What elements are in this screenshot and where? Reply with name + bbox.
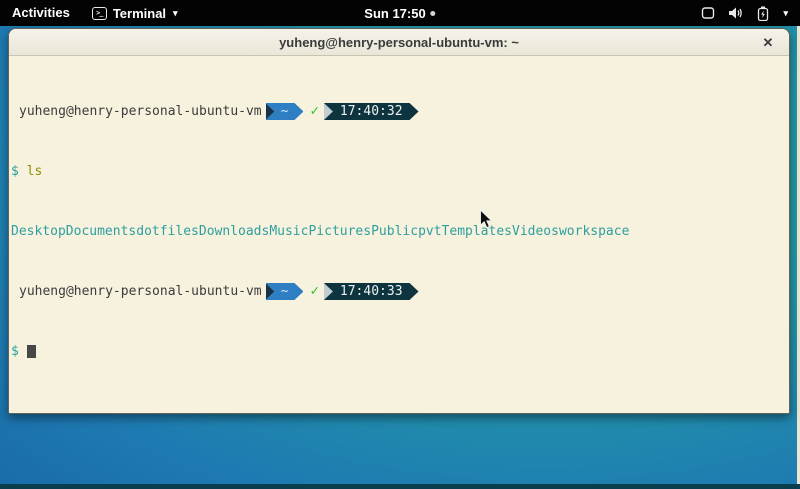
prompt-time-segment: 17:40:32 bbox=[324, 103, 419, 120]
dir-item: Music bbox=[269, 224, 308, 239]
prompt-line-2: yuheng@henry-personal-ubuntu-vm ~ ✓ 17:4… bbox=[11, 284, 789, 299]
window-title: yuheng@henry-personal-ubuntu-vm: ~ bbox=[279, 35, 519, 50]
screen-icon bbox=[701, 6, 715, 20]
dir-item: Videos bbox=[512, 224, 559, 239]
prompt-cwd: ~ bbox=[281, 104, 289, 119]
prompt-symbol: $ bbox=[11, 344, 19, 359]
volume-icon bbox=[728, 6, 744, 20]
activities-button[interactable]: Activities bbox=[0, 0, 84, 26]
dir-item: Downloads bbox=[199, 224, 269, 239]
clock-label: Sun 17:50 bbox=[364, 6, 425, 21]
terminal-app-icon: >_ bbox=[92, 7, 107, 20]
prompt-time: 17:40:32 bbox=[340, 104, 403, 119]
prompt-time: 17:40:33 bbox=[340, 284, 403, 299]
clock-button[interactable]: Sun 17:50 bbox=[364, 0, 435, 26]
desktop-bottom-strip bbox=[0, 484, 800, 489]
dir-item: workspace bbox=[559, 224, 629, 239]
dir-item: Pictures bbox=[308, 224, 371, 239]
dir-item: Desktop bbox=[11, 224, 66, 239]
app-menu-button[interactable]: >_ Terminal ▾ bbox=[84, 0, 186, 26]
command-text: ls bbox=[19, 164, 42, 179]
prompt-symbol: $ bbox=[11, 164, 19, 179]
prompt-user: yuheng@henry-personal-ubuntu-vm bbox=[19, 284, 262, 299]
dir-listing: Desktop Documents dotfiles Downloads Mus… bbox=[11, 224, 789, 239]
text-cursor bbox=[27, 345, 36, 358]
dir-item: pvt bbox=[418, 224, 441, 239]
notification-dot-icon bbox=[431, 11, 436, 16]
window-titlebar[interactable]: yuheng@henry-personal-ubuntu-vm: ~ ✕ bbox=[9, 29, 789, 56]
prompt-line-1: yuheng@henry-personal-ubuntu-vm ~ ✓ 17:4… bbox=[11, 104, 789, 119]
gnome-top-bar: Activities >_ Terminal ▾ Sun 17:50 ▾ bbox=[0, 0, 800, 26]
dir-item: dotfiles bbox=[136, 224, 199, 239]
chevron-down-icon: ▾ bbox=[173, 8, 178, 19]
system-status-area[interactable]: ▾ bbox=[701, 0, 794, 26]
status-check-icon: ✓ bbox=[310, 104, 318, 119]
dir-item: Documents bbox=[66, 224, 136, 239]
status-check-icon: ✓ bbox=[310, 284, 318, 299]
close-button[interactable]: ✕ bbox=[757, 29, 779, 56]
prompt-user: yuheng@henry-personal-ubuntu-vm bbox=[19, 104, 262, 119]
prompt-time-segment: 17:40:33 bbox=[324, 283, 419, 300]
dir-item: Templates bbox=[442, 224, 512, 239]
prompt-cwd: ~ bbox=[281, 284, 289, 299]
input-line[interactable]: $ bbox=[11, 344, 789, 359]
terminal-content[interactable]: yuheng@henry-personal-ubuntu-vm ~ ✓ 17:4… bbox=[9, 56, 789, 414]
battery-charging-icon bbox=[757, 6, 769, 21]
app-menu-label: Terminal bbox=[113, 6, 166, 21]
chevron-down-icon: ▾ bbox=[783, 8, 788, 19]
terminal-window: yuheng@henry-personal-ubuntu-vm: ~ ✕ yuh… bbox=[8, 28, 790, 414]
command-line: $ ls bbox=[11, 164, 789, 179]
dir-item: Public bbox=[371, 224, 418, 239]
